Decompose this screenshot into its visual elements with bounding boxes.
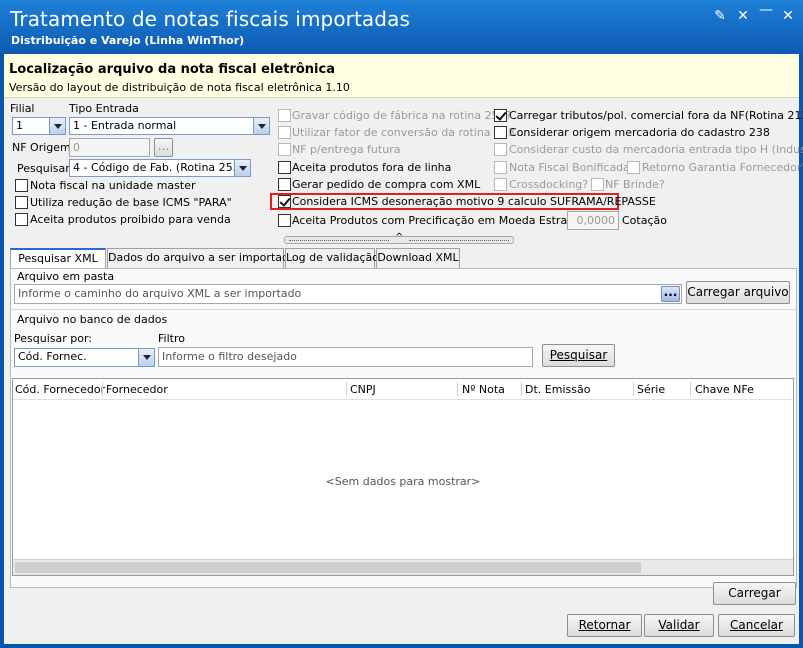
- nf-origem-lookup-button[interactable]: ...: [154, 138, 173, 157]
- fator-conv-checkbox[interactable]: [278, 126, 291, 139]
- pedido-xml-checkbox[interactable]: [278, 178, 291, 191]
- tab-log-validacao[interactable]: Log de validação: [285, 248, 379, 268]
- reducao-para-label: Utiliza redução de base ICMS "PARA": [30, 196, 232, 209]
- caminho-arquivo-input[interactable]: Informe o caminho do arquivo XML a ser i…: [14, 284, 682, 304]
- close-small-icon[interactable]: ✕: [735, 8, 751, 24]
- filial-label: Filial: [10, 102, 35, 115]
- grid-header: Cód. Fornecedor Fornecedor CNPJ Nº Nota …: [13, 379, 793, 400]
- cancelar-button[interactable]: Cancelar: [718, 614, 795, 637]
- reducao-para-checkbox[interactable]: [15, 196, 28, 209]
- validar-button[interactable]: Validar: [644, 614, 714, 637]
- fator-conv-label: Utilizar fator de conversão da rotina 25…: [292, 126, 516, 139]
- custo-h-label: Considerar custo da mercadoria entrada t…: [509, 143, 803, 156]
- tipo-entrada-label: Tipo Entrada: [69, 102, 139, 115]
- custo-h-checkbox[interactable]: [494, 143, 507, 156]
- col-fornecedor[interactable]: Fornecedor: [106, 383, 168, 396]
- bonificada-label: Nota Fiscal Bonificada: [509, 161, 630, 174]
- fora-linha-checkbox[interactable]: [278, 161, 291, 174]
- tributos-label: Carregar tributos/pol. comercial fora da…: [509, 109, 803, 122]
- splitter-grip: [289, 240, 389, 241]
- browse-ellipsis-button[interactable]: ...: [661, 286, 680, 302]
- col-chave-nfe[interactable]: Chave NFe: [695, 383, 754, 396]
- carregar-button[interactable]: Carregar: [713, 582, 796, 605]
- title-bar: Tratamento de notas fiscais importadas D…: [0, 0, 803, 50]
- filtro-label: Filtro: [158, 332, 185, 345]
- filial-select[interactable]: 1: [12, 117, 66, 135]
- retorno-garantia-label: Retorno Garantia Fornecedor?: [642, 161, 803, 174]
- chevron-down-icon[interactable]: [49, 118, 65, 134]
- header-title: Localização arquivo da nota fiscal eletr…: [9, 62, 335, 77]
- pesquisar-label: Pesquisar:: [17, 162, 74, 175]
- client-area: Localização arquivo da nota fiscal eletr…: [4, 54, 803, 644]
- moeda-estrangeira-checkbox[interactable]: [278, 214, 291, 227]
- col-serie[interactable]: Série: [637, 383, 665, 396]
- nf-brinde-checkbox[interactable]: [591, 178, 604, 191]
- crossdocking-label: Crossdocking?: [509, 178, 589, 191]
- gravar-fabrica-checkbox[interactable]: [278, 109, 291, 122]
- pesquisar-button[interactable]: Pesquisar: [542, 344, 615, 367]
- chevron-down-icon[interactable]: [253, 118, 269, 134]
- carregar-arquivo-button[interactable]: Carregar arquivo: [686, 281, 790, 304]
- chevron-down-icon[interactable]: [234, 160, 250, 176]
- restore-edit-icon[interactable]: ✎: [712, 8, 728, 24]
- window-subtitle: Distribuição e Varejo (Linha WinThor): [11, 34, 245, 47]
- origem-mercadoria-label: Considerar origem mercadoria do cadastro…: [509, 126, 770, 139]
- minimize-icon[interactable]: —: [758, 2, 774, 18]
- tributos-checkbox[interactable]: [494, 109, 507, 122]
- origem-mercadoria-checkbox[interactable]: [494, 126, 507, 139]
- nf-futura-checkbox[interactable]: [278, 143, 291, 156]
- tab-download-xml[interactable]: Download XML: [376, 248, 460, 268]
- pesquisar-por-label: Pesquisar por:: [14, 332, 92, 345]
- pesquisar-select[interactable]: 4 - Código de Fab. (Rotina 253): [69, 159, 251, 177]
- col-numero-nota[interactable]: Nº Nota: [462, 383, 505, 396]
- close-window-icon[interactable]: ✕: [780, 8, 796, 24]
- gravar-fabrica-label: Gravar código de fábrica na rotina 253?: [292, 109, 512, 122]
- cotacao-input[interactable]: 0,0000: [567, 211, 619, 230]
- col-dt-emissao[interactable]: Dt. Emissão: [525, 383, 590, 396]
- group-divider: [11, 309, 796, 310]
- nota-master-checkbox[interactable]: [15, 179, 28, 192]
- retorno-garantia-checkbox[interactable]: [627, 161, 640, 174]
- info-header: Localização arquivo da nota fiscal eletr…: [4, 54, 799, 98]
- nf-futura-label: NF p/entrega futura: [292, 143, 401, 156]
- chevron-down-icon[interactable]: [138, 349, 154, 366]
- col-cnpj[interactable]: CNPJ: [350, 383, 376, 396]
- collapse-splitter[interactable]: ^: [284, 233, 514, 244]
- nota-master-label: Nota fiscal na unidade master: [30, 179, 196, 192]
- cotacao-label: Cotação: [622, 214, 667, 227]
- chevron-up-icon[interactable]: ^: [395, 233, 403, 243]
- arquivo-pasta-group: Arquivo em pasta: [17, 270, 115, 283]
- nf-brinde-label: NF Brinde?: [605, 178, 665, 191]
- tipo-entrada-select[interactable]: 1 - Entrada normal: [69, 117, 270, 135]
- arquivo-banco-group: Arquivo no banco de dados: [17, 313, 168, 326]
- bonificada-checkbox[interactable]: [494, 161, 507, 174]
- nf-origem-input[interactable]: 0: [69, 138, 150, 157]
- horizontal-scrollbar[interactable]: [13, 559, 793, 575]
- header-version: Versão do layout de distribuição de nota…: [9, 81, 350, 94]
- retornar-button[interactable]: Retornar: [567, 614, 642, 637]
- icms-desoneracao-checkbox[interactable]: [278, 195, 291, 208]
- proibido-venda-label: Aceita produtos proibido para venda: [30, 213, 231, 226]
- tab-pesquisar-xml[interactable]: Pesquisar XML: [10, 248, 106, 269]
- icms-desoneracao-label: Considera ICMS desoneração motivo 9 calc…: [292, 195, 656, 208]
- fora-linha-label: Aceita produtos fora de linha: [292, 161, 452, 174]
- empty-grid-message: <Sem dados para mostrar>: [325, 475, 481, 488]
- crossdocking-checkbox[interactable]: [494, 178, 507, 191]
- app-window: Tratamento de notas fiscais importadas D…: [0, 0, 803, 648]
- pesquisar-por-select[interactable]: Cód. Fornec.: [14, 348, 155, 367]
- window-title: Tratamento de notas fiscais importadas: [10, 7, 410, 31]
- splitter-grip: [409, 240, 509, 241]
- col-cod-fornecedor[interactable]: Cód. Fornecedor: [15, 383, 105, 396]
- tab-dados-arquivo[interactable]: Dados do arquivo a ser importado: [107, 248, 296, 268]
- moeda-estrangeira-label: Aceita Produtos com Precificação em Moed…: [292, 214, 603, 227]
- pedido-xml-label: Gerar pedido de compra com XML: [292, 178, 481, 191]
- results-grid[interactable]: Cód. Fornecedor Fornecedor CNPJ Nº Nota …: [12, 378, 794, 576]
- scrollbar-thumb[interactable]: [15, 562, 641, 573]
- nf-origem-label: NF Origem:: [12, 141, 75, 154]
- proibido-venda-checkbox[interactable]: [15, 213, 28, 226]
- filtro-input[interactable]: Informe o filtro desejado: [158, 347, 533, 367]
